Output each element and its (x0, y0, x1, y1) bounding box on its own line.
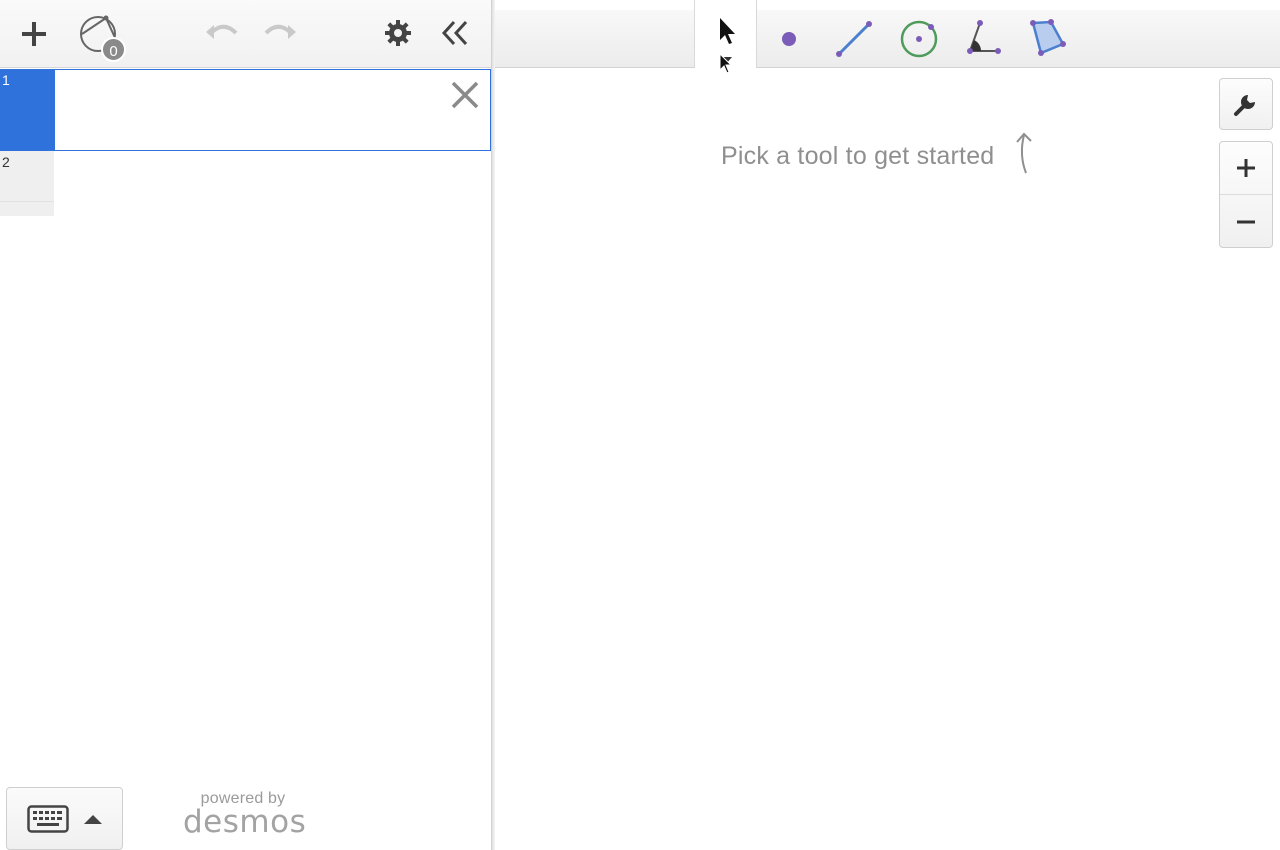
circle-tool-icon (900, 20, 938, 58)
expression-panel: 0 1 2 powered by desmos (0, 0, 491, 850)
expression-toolbar: 0 (0, 0, 491, 68)
polygon-tool-icon (1030, 19, 1066, 56)
double-chevron-left-icon (441, 20, 468, 46)
zoom-controls (1219, 141, 1273, 248)
tool-angle[interactable] (954, 10, 1014, 68)
delete-expression-button[interactable] (448, 78, 482, 112)
zoom-in-icon (1237, 159, 1255, 177)
redo-icon (264, 24, 296, 39)
tool-polygon[interactable] (1018, 10, 1078, 68)
angle-tool-icon (967, 20, 1001, 54)
graph-settings-button[interactable] (1219, 78, 1273, 130)
point-tool-icon (782, 32, 796, 46)
expression-row-2[interactable]: 2 (0, 151, 491, 217)
redo-button[interactable] (262, 16, 298, 48)
zoom-out-icon (1237, 220, 1255, 223)
pointer-arrow-icon (719, 18, 735, 44)
constructions-count-badge: 0 (101, 37, 126, 62)
undo-icon (206, 24, 238, 39)
undo-button[interactable] (204, 16, 240, 48)
tool-point[interactable] (759, 10, 819, 68)
zoom-out-button[interactable] (1220, 195, 1272, 248)
close-icon (451, 81, 479, 109)
geometry-canvas[interactable]: Pick a tool to get started (495, 0, 1280, 850)
geometry-tool-bar (495, 0, 1280, 68)
caret-up-icon (83, 814, 102, 824)
add-item-button[interactable] (16, 16, 52, 52)
expression-row-1[interactable]: 1 (0, 69, 491, 151)
tool-circle[interactable] (889, 10, 949, 68)
plus-icon (22, 22, 46, 46)
zoom-in-button[interactable] (1220, 142, 1272, 195)
tool-segment[interactable] (824, 10, 884, 68)
get-started-hint: Pick a tool to get started (721, 142, 995, 170)
settings-button[interactable] (382, 17, 414, 49)
segment-tool-icon (836, 21, 872, 57)
keyboard-icon (26, 804, 69, 833)
gear-icon (385, 20, 411, 46)
expression-list-tail (0, 201, 54, 215)
collapse-panel-button[interactable] (438, 17, 472, 49)
mouse-cursor-icon (719, 53, 733, 74)
line-number: 1 (0, 69, 55, 151)
desmos-wordmark: desmos (183, 804, 307, 840)
hint-arrow-icon (1016, 132, 1032, 174)
expression-input[interactable] (57, 70, 450, 150)
expression-list: 1 2 (0, 69, 491, 217)
powered-by-desmos-logo[interactable]: powered by desmos (183, 790, 307, 840)
keypad-toggle-button[interactable] (6, 787, 123, 850)
wrench-icon (1234, 95, 1255, 116)
